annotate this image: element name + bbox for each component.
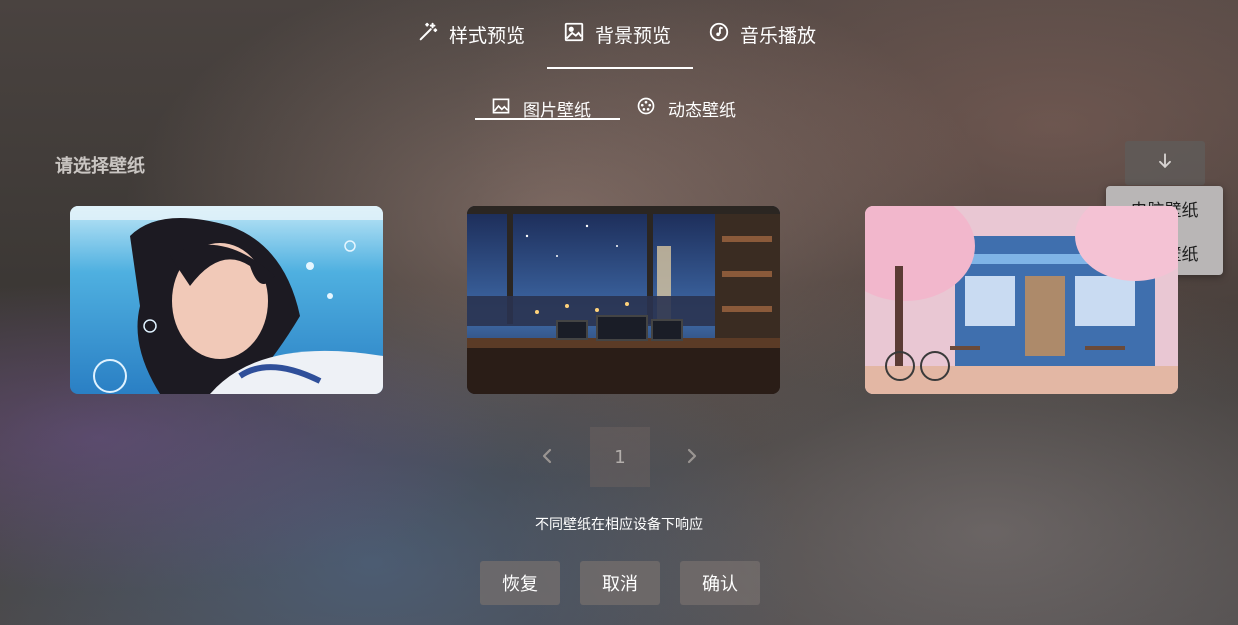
underwater-girl-thumbnail [70, 206, 383, 394]
chevron-left-icon [535, 448, 559, 472]
image-icon [563, 21, 585, 48]
download-button[interactable] [1125, 141, 1205, 185]
night-city-desk-thumbnail [467, 206, 780, 394]
section-title: 请选择壁纸 [55, 156, 145, 177]
prev-page-button[interactable] [535, 444, 559, 468]
cherry-blossom-shop-thumbnail [865, 206, 1178, 394]
wallpaper-card[interactable] [865, 206, 1178, 394]
tab-style-preview[interactable]: 样式预览 [417, 16, 525, 52]
restore-button[interactable]: 恢复 [480, 561, 560, 605]
tab-label: 样式预览 [449, 24, 526, 47]
active-tab-indicator [547, 67, 693, 69]
device-hint-text: 不同壁纸在相应设备下响应 [535, 517, 703, 533]
chevron-right-icon [680, 448, 704, 472]
active-subtab-indicator [475, 118, 620, 120]
magic-wand-icon [417, 21, 439, 48]
tab-label: 背景预览 [595, 24, 672, 47]
next-page-button[interactable] [680, 444, 704, 468]
pagination: 1 [0, 427, 1238, 487]
tab-background-preview[interactable]: 背景预览 [563, 16, 671, 52]
film-reel-icon [636, 96, 656, 121]
cancel-button[interactable]: 取消 [580, 561, 660, 605]
wallpaper-card[interactable] [467, 206, 780, 394]
arrow-down-icon [1155, 151, 1175, 175]
tab-music-play[interactable]: 音乐播放 [708, 16, 816, 52]
subtab-label: 动态壁纸 [668, 100, 736, 121]
top-tabs: 样式预览 背景预览 音乐播放 [0, 0, 1238, 70]
confirm-button[interactable]: 确认 [680, 561, 760, 605]
tab-label: 音乐播放 [740, 24, 817, 47]
subtab-dynamic-wallpaper[interactable]: 动态壁纸 [636, 94, 736, 122]
music-note-icon [708, 21, 730, 48]
page-number[interactable]: 1 [590, 427, 650, 487]
sub-tabs: 图片壁纸 动态壁纸 [0, 88, 1238, 128]
subtab-label: 图片壁纸 [523, 100, 591, 121]
wallpaper-card[interactable] [70, 206, 383, 394]
picture-icon [491, 96, 511, 121]
